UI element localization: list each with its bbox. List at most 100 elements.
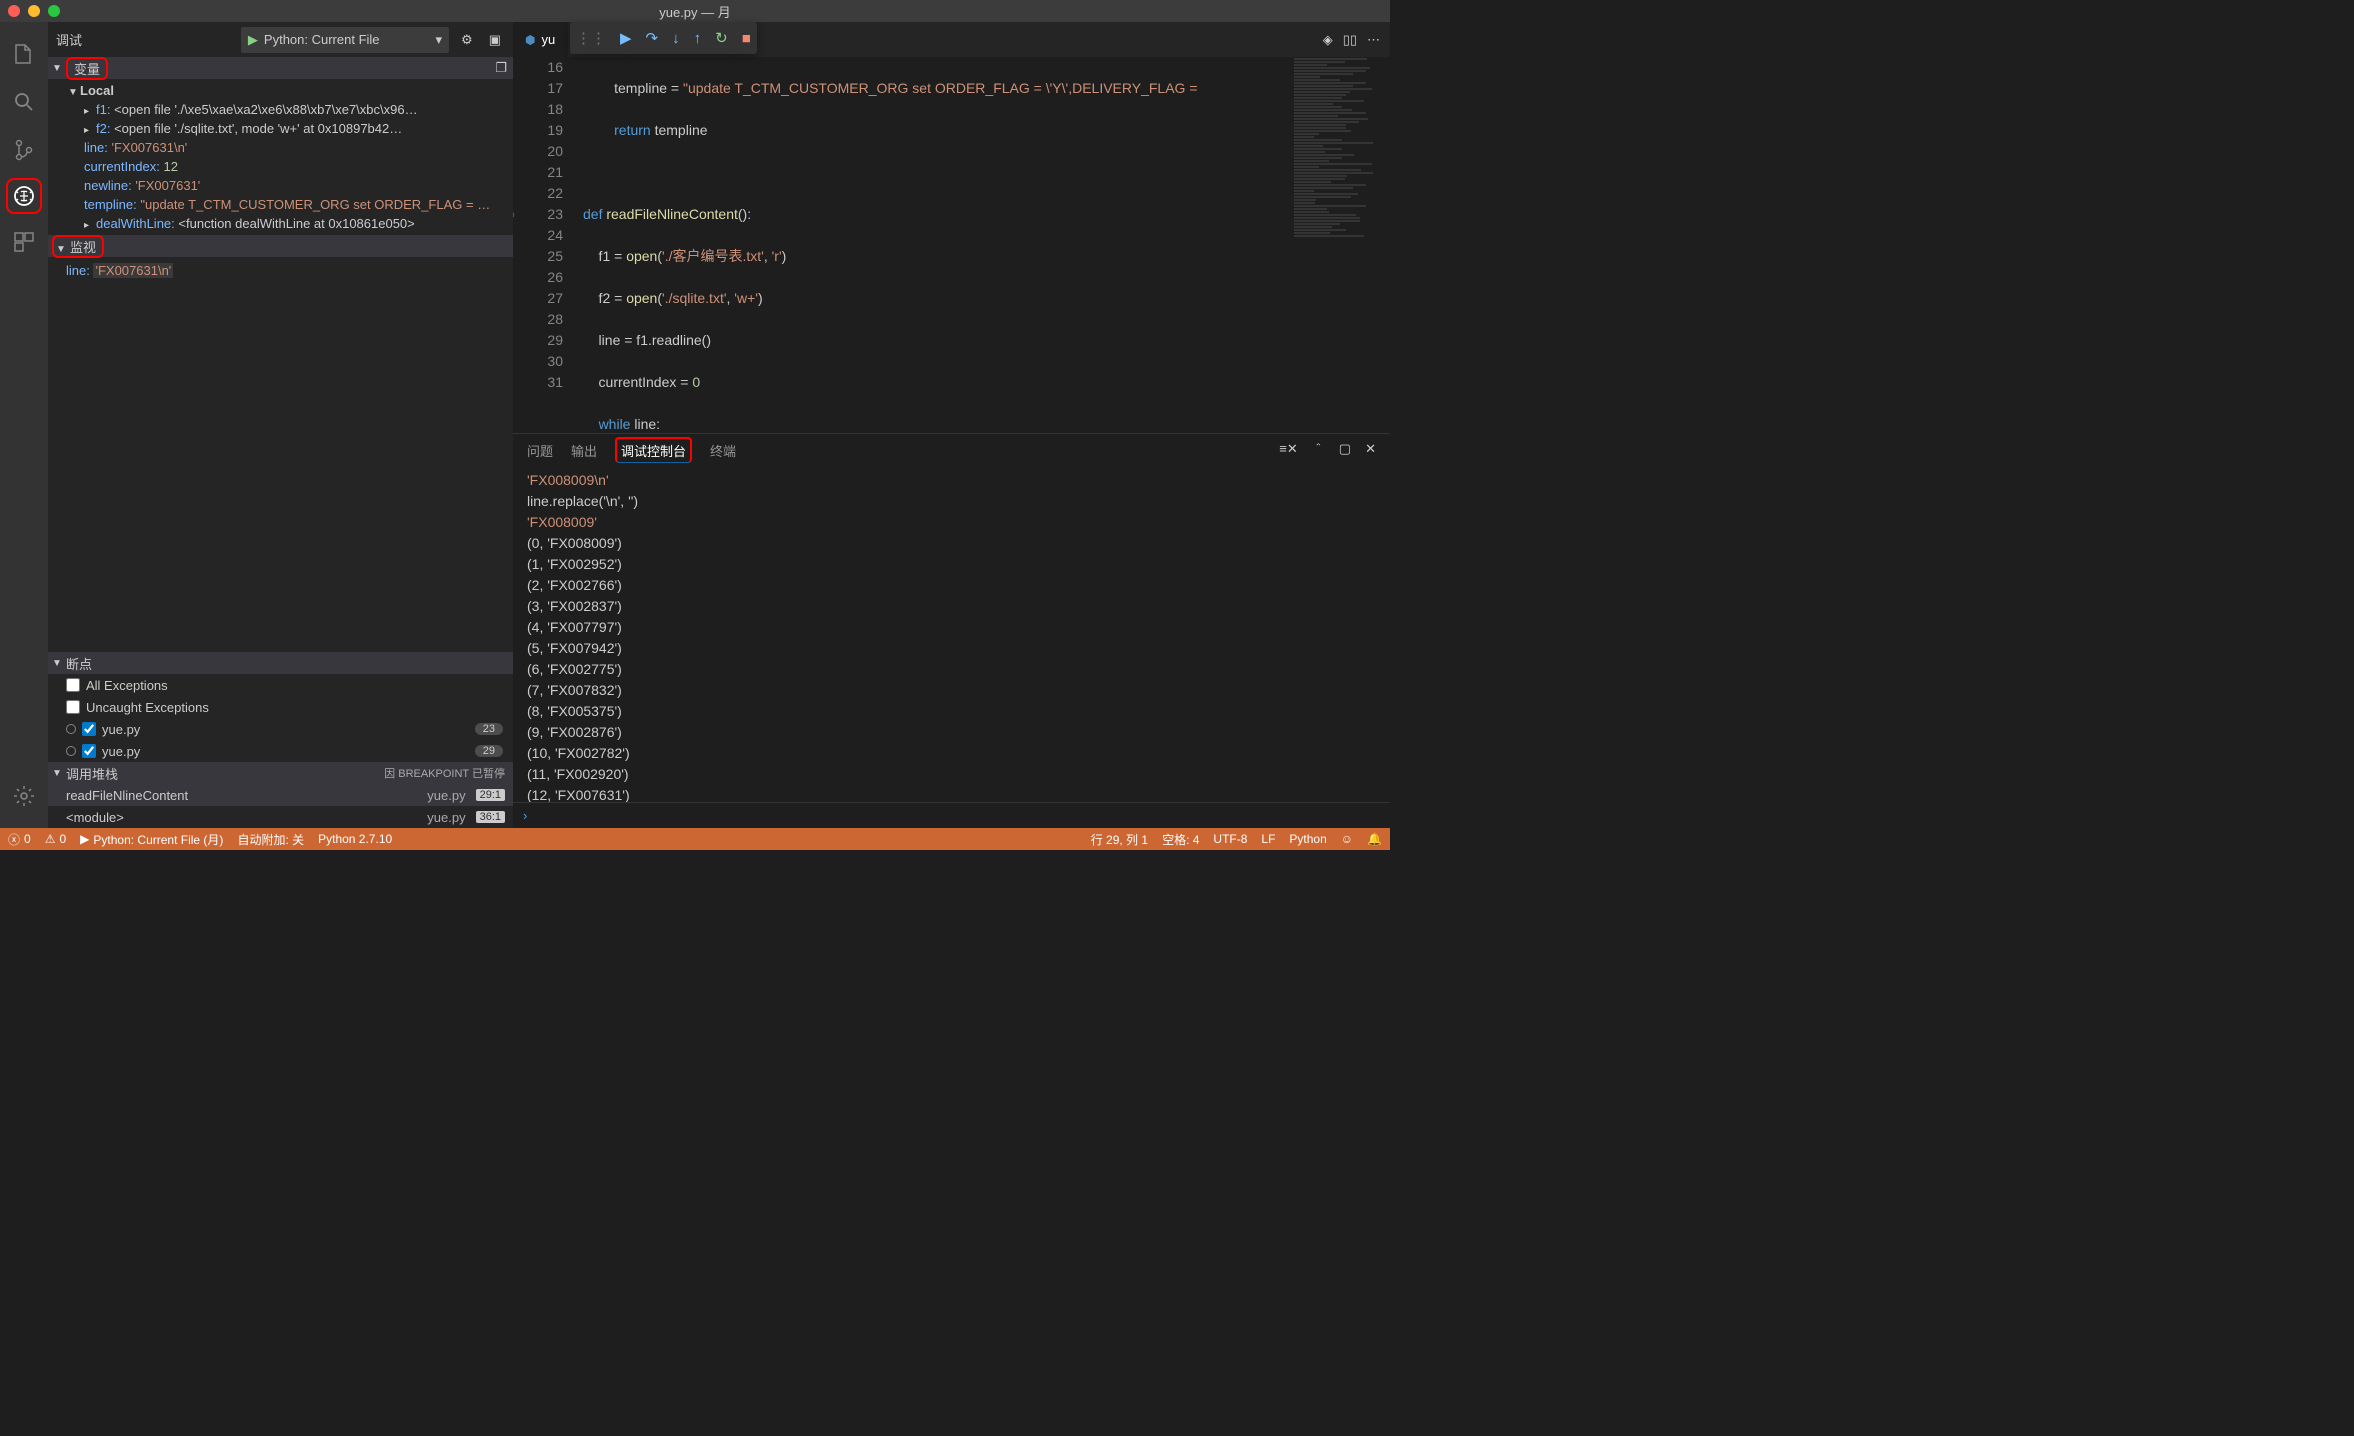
status-language[interactable]: Python: [1289, 832, 1326, 846]
checkbox[interactable]: [82, 722, 96, 736]
step-over-icon[interactable]: ↷: [646, 29, 659, 47]
status-cursor-pos[interactable]: 行 29, 列 1: [1091, 831, 1148, 848]
restart-icon[interactable]: ↻: [715, 29, 728, 47]
status-warnings[interactable]: ⚠ 0: [45, 832, 66, 846]
tab-debug-console[interactable]: 调试控制台: [615, 437, 692, 463]
variable-row[interactable]: newline: 'FX007631': [48, 176, 513, 195]
debug-header: 调试 ▶ Python: Current File ▾ ⚙ ▣: [48, 22, 513, 57]
debug-settings-icon[interactable]: ⚙: [457, 32, 477, 48]
callstack-body: readFileNlineContentyue.py29:1 <module>y…: [48, 784, 513, 828]
bp-all-exceptions[interactable]: All Exceptions: [48, 674, 513, 696]
config-caret-icon[interactable]: ▾: [430, 32, 449, 48]
callstack-frame[interactable]: readFileNlineContentyue.py29:1: [48, 784, 513, 806]
status-eol[interactable]: LF: [1261, 832, 1275, 846]
window-controls: [8, 5, 60, 17]
variables-label: 变量: [66, 57, 108, 80]
status-encoding[interactable]: UTF-8: [1213, 832, 1247, 846]
debug-sidebar: 调试 ▶ Python: Current File ▾ ⚙ ▣ ▼ 变量 ❐ ▼…: [48, 22, 513, 828]
panel-tabs: 问题 输出 调试控制台 终端 ≡✕ ＾ ▢ ✕: [513, 434, 1390, 466]
maximize-window-button[interactable]: [48, 5, 60, 17]
split-editor-icon[interactable]: ▯▯: [1343, 32, 1357, 48]
debug-config-name: Python: Current File: [264, 32, 430, 47]
callstack-frame[interactable]: <module>yue.py36:1: [48, 806, 513, 828]
status-errors[interactable]: ⓧ 0: [8, 831, 31, 848]
tab-yue-py[interactable]: ⬢yu: [513, 22, 568, 57]
watch-body: line: 'FX007631\n': [48, 257, 513, 652]
editor-area: ⬢yu n-isort {}launch.json ◈ ▯▯ ⋯ 1617181…: [513, 22, 1390, 828]
status-python-version[interactable]: Python 2.7.10: [318, 832, 392, 846]
tab-terminal[interactable]: 终端: [710, 437, 736, 464]
breakpoint-row[interactable]: yue.py23: [48, 718, 513, 740]
variables-body: ▼Local ▸f1: <open file './\xe5\xae\xa2\x…: [48, 79, 513, 235]
bottom-panel: 问题 输出 调试控制台 终端 ≡✕ ＾ ▢ ✕ 'FX008009\n'line…: [513, 433, 1390, 828]
notifications-icon[interactable]: 🔔: [1367, 832, 1382, 846]
watch-section-header[interactable]: ▼监视: [48, 235, 513, 257]
variable-row[interactable]: templine: "update T_CTM_CUSTOMER_ORG set…: [48, 195, 513, 214]
debug-toolbar[interactable]: ⋮⋮ ▶ ↷ ↓ ↑ ↻ ■: [570, 22, 757, 54]
more-actions-icon[interactable]: ⋯: [1367, 32, 1380, 48]
code-lines: templine = "update T_CTM_CUSTOMER_ORG se…: [583, 57, 1280, 433]
settings-gear-icon[interactable]: [0, 772, 48, 820]
panel-close-icon[interactable]: ✕: [1365, 441, 1376, 460]
scope-local[interactable]: ▼Local: [48, 81, 513, 100]
python-file-icon: ⬢: [525, 33, 535, 47]
minimize-window-button[interactable]: [28, 5, 40, 17]
bp-uncaught-exceptions[interactable]: Uncaught Exceptions: [48, 696, 513, 718]
checkbox[interactable]: [66, 678, 80, 692]
variable-row[interactable]: ▸dealWithLine: <function dealWithLine at…: [48, 214, 513, 233]
debug-console-toggle-icon[interactable]: ▣: [485, 32, 505, 48]
explorer-icon[interactable]: [0, 30, 48, 78]
variable-row[interactable]: line: 'FX007631\n': [48, 138, 513, 157]
chevron-down-icon: ▼: [56, 244, 66, 255]
tab-problems[interactable]: 问题: [527, 437, 553, 464]
breakpoints-section-header[interactable]: ▼断点: [48, 652, 513, 674]
window-title: yue.py — 月: [659, 2, 731, 21]
extensions-icon[interactable]: [0, 218, 48, 266]
variable-row[interactable]: currentIndex: 12: [48, 157, 513, 176]
panel-up-icon[interactable]: ＾: [1312, 441, 1325, 460]
minimap[interactable]: [1290, 57, 1390, 433]
close-window-button[interactable]: [8, 5, 20, 17]
status-debug-config[interactable]: ▶ Python: Current File (月): [80, 831, 223, 848]
drag-handle-icon[interactable]: ⋮⋮: [576, 29, 606, 47]
variables-section-header[interactable]: ▼ 变量 ❐: [48, 57, 513, 79]
diff-icon[interactable]: ◈: [1323, 32, 1333, 48]
feedback-icon[interactable]: ☺: [1341, 832, 1353, 846]
editor-actions: ◈ ▯▯ ⋯: [1323, 22, 1390, 57]
bp-circle-icon: [66, 724, 76, 734]
panel-maximize-icon[interactable]: ▢: [1339, 441, 1351, 460]
watch-row[interactable]: line: 'FX007631\n': [66, 261, 513, 280]
continue-icon[interactable]: ▶: [620, 29, 632, 47]
bp-circle-icon: [66, 746, 76, 756]
status-bar: ⓧ 0 ⚠ 0 ▶ Python: Current File (月) 自动附加:…: [0, 828, 1390, 850]
step-into-icon[interactable]: ↓: [672, 30, 680, 47]
debug-icon[interactable]: [6, 178, 42, 214]
callstack-section-header[interactable]: ▼调用堆栈因 BREAKPOINT 已暂停: [48, 762, 513, 784]
collapse-all-icon[interactable]: ❐: [495, 60, 507, 76]
checkbox[interactable]: [82, 744, 96, 758]
watch-label-wrap: ▼监视: [52, 235, 104, 258]
line-gutter: 16171819202122○232425262728293031: [513, 57, 573, 433]
source-control-icon[interactable]: [0, 126, 48, 174]
variable-row[interactable]: ▸f1: <open file './\xe5\xae\xa2\xe6\x88\…: [48, 100, 513, 119]
stop-icon[interactable]: ■: [742, 30, 751, 47]
debug-title: 调试: [56, 30, 82, 49]
search-icon[interactable]: [0, 78, 48, 126]
start-debug-icon[interactable]: ▶: [242, 32, 264, 48]
tab-output[interactable]: 输出: [571, 437, 597, 464]
checkbox[interactable]: [66, 700, 80, 714]
paused-reason: 因 BREAKPOINT 已暂停: [384, 765, 505, 781]
debug-console-input[interactable]: ›: [513, 802, 1390, 828]
breakpoints-body: All Exceptions Uncaught Exceptions yue.p…: [48, 674, 513, 762]
debug-console-output[interactable]: 'FX008009\n'line.replace('\n', '')'FX008…: [513, 466, 1390, 802]
code-editor[interactable]: 16171819202122○232425262728293031 templi…: [513, 57, 1390, 433]
chevron-down-icon: ▼: [52, 63, 62, 74]
clear-console-icon[interactable]: ≡✕: [1279, 441, 1297, 460]
status-indent[interactable]: 空格: 4: [1162, 831, 1199, 848]
debug-config-select[interactable]: ▶ Python: Current File ▾: [241, 27, 449, 53]
variable-row[interactable]: ▸f2: <open file './sqlite.txt', mode 'w+…: [48, 119, 513, 138]
step-out-icon[interactable]: ↑: [694, 30, 702, 47]
titlebar: yue.py — 月: [0, 0, 1390, 22]
breakpoint-row[interactable]: yue.py29: [48, 740, 513, 762]
status-auto-attach[interactable]: 自动附加: 关: [237, 831, 304, 848]
